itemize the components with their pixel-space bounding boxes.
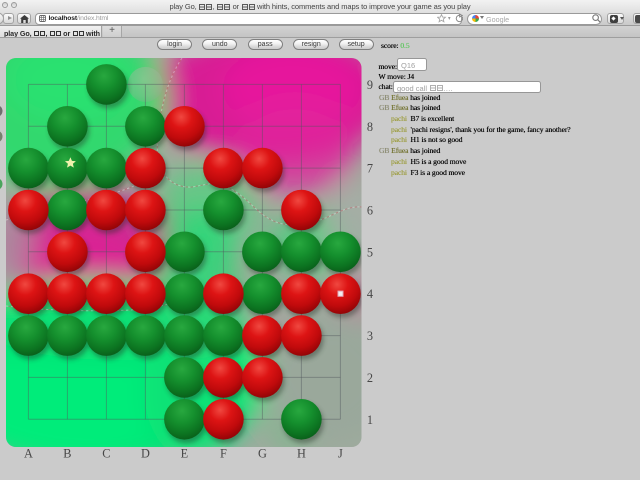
svg-text:B: B bbox=[63, 447, 71, 461]
svg-text:1: 1 bbox=[367, 413, 373, 427]
svg-text:7: 7 bbox=[367, 162, 373, 176]
svg-text:C: C bbox=[102, 447, 110, 461]
svg-text:F: F bbox=[220, 447, 227, 461]
svg-text:E: E bbox=[181, 447, 189, 461]
svg-text:J: J bbox=[338, 447, 343, 461]
svg-text:3: 3 bbox=[367, 329, 373, 343]
svg-text:G: G bbox=[258, 447, 267, 461]
svg-text:A: A bbox=[24, 447, 33, 461]
svg-text:8: 8 bbox=[367, 120, 373, 134]
svg-text:5: 5 bbox=[367, 245, 373, 259]
svg-text:9: 9 bbox=[367, 78, 373, 92]
svg-text:6: 6 bbox=[367, 204, 373, 218]
svg-text:2: 2 bbox=[367, 371, 373, 385]
svg-text:4: 4 bbox=[367, 287, 373, 301]
svg-text:D: D bbox=[141, 447, 150, 461]
svg-text:H: H bbox=[297, 447, 306, 461]
